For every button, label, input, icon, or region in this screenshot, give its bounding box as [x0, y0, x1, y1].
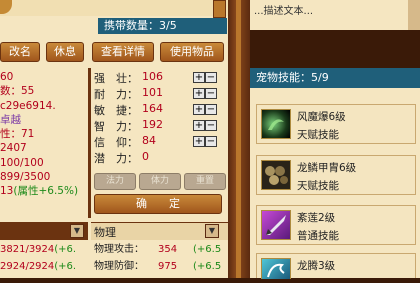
- physical-row-attack: 物理攻击： 354 (+6.5: [91, 241, 228, 258]
- faith-minus-button[interactable]: −: [205, 136, 217, 147]
- physical-defense-bonus: (+6.5: [193, 261, 222, 272]
- stats-column: 强 壮： 106 + − 耐 力： 101 + − 敏 捷： 164 + − 智…: [92, 70, 228, 170]
- pet-skills-header: 宠物技能：5/9: [250, 68, 420, 88]
- left-value-2: 数：55: [0, 85, 35, 98]
- disabled-button-1[interactable]: 法力: [94, 173, 136, 190]
- left-value-5: 性：71: [0, 128, 35, 141]
- stat-label-strength: 强 壮：: [94, 72, 138, 85]
- bottom-left-row-2-bonus: (+6.: [54, 261, 77, 272]
- dragon-rise-icon: [261, 258, 291, 279]
- left-value-4: 卓越: [0, 113, 21, 126]
- stat-row-intelligence: 智 力： 192 + −: [94, 118, 228, 133]
- right-top-scroll[interactable]: [408, 0, 420, 30]
- skill-1-type: 天赋技能: [297, 129, 339, 141]
- skill-3-type: 普通技能: [297, 230, 339, 242]
- agility-plus-button[interactable]: +: [193, 104, 205, 115]
- physical-header: 物理 ▼: [91, 222, 228, 240]
- rename-button[interactable]: 改名: [0, 42, 40, 62]
- physical-header-label: 物理: [94, 226, 116, 239]
- left-value-3: c29e6914.: [0, 99, 56, 112]
- left-values-column: 60 数：55 c29e6914. 卓越 性：71 2407 100/100 8…: [0, 70, 88, 220]
- skill-item-4[interactable]: 龙腾3级: [256, 253, 416, 279]
- stat-value-stamina: 101: [142, 86, 163, 99]
- pet-description-text: ...描述文本...: [254, 6, 314, 17]
- skill-item-3[interactable]: 紊莲2级 普通技能: [256, 205, 416, 245]
- left-value-8: 899/3500: [0, 171, 51, 184]
- stat-value-agility: 164: [142, 102, 163, 115]
- physical-dropdown[interactable]: ▼: [205, 224, 219, 238]
- stat-value-faith: 84: [142, 134, 156, 147]
- skill-item-2[interactable]: 龙鳞甲胄6级 天赋技能: [256, 155, 416, 195]
- carry-count-label: 携带数量：3/5: [104, 19, 177, 32]
- use-item-button[interactable]: 使用物品: [160, 42, 224, 62]
- pet-skills-count: 宠物技能：5/9: [256, 71, 329, 84]
- physical-defense-value: 975: [158, 261, 178, 272]
- physical-attack-value: 354: [158, 244, 178, 255]
- physical-defense-label: 物理防御：: [94, 261, 144, 272]
- whirlwind-icon: [261, 109, 291, 139]
- skill-2-type: 天赋技能: [297, 180, 339, 192]
- left-value-9: 13(属性+6.5%): [0, 184, 88, 198]
- right-gap: [250, 30, 420, 68]
- bottom-left-rows: 3821/3924(+6. 2924/2924(+6.: [0, 241, 88, 278]
- intelligence-plus-button[interactable]: +: [193, 120, 205, 131]
- stat-value-intelligence: 192: [142, 118, 163, 131]
- bottom-left-row-2-value: 2924/2924: [0, 261, 55, 272]
- stat-label-stamina: 耐 力：: [94, 88, 138, 101]
- left-value-7: 100/100: [0, 156, 44, 169]
- stat-label-potential: 潜 力：: [94, 152, 138, 165]
- stat-row-potential: 潜 力： 0: [94, 150, 228, 165]
- bottom-left-dropdown[interactable]: ▼: [70, 224, 84, 238]
- confirm-button[interactable]: 确 定: [94, 194, 222, 214]
- skill-item-1[interactable]: 风魔爆6级 天赋技能: [256, 104, 416, 144]
- disabled-button-2[interactable]: 体力: [139, 173, 181, 190]
- stat-label-agility: 敏 捷：: [94, 104, 138, 117]
- bottom-left-row-1: 3821/3924(+6.: [0, 241, 88, 258]
- top-scrollbar[interactable]: [213, 0, 226, 18]
- intelligence-minus-button[interactable]: −: [205, 120, 217, 131]
- rest-button[interactable]: 休息: [46, 42, 84, 62]
- skill-1-name: 风魔爆6级: [297, 111, 346, 123]
- stat-row-strength: 强 壮： 106 + −: [94, 70, 228, 85]
- stat-value-potential: 0: [142, 150, 149, 163]
- disabled-button-3[interactable]: 重置: [184, 173, 226, 190]
- physical-attack-bonus: (+6.5: [193, 244, 222, 255]
- stat-label-intelligence: 智 力：: [94, 120, 138, 133]
- stat-row-stamina: 耐 力： 101 + −: [94, 86, 228, 101]
- left-value-6: 2407: [0, 142, 27, 155]
- growth-bonus: (属性+6.5%): [13, 185, 79, 198]
- stat-row-agility: 敏 捷： 164 + −: [94, 102, 228, 117]
- stat-row-faith: 信 仰： 84 + −: [94, 134, 228, 149]
- physical-row-defense: 物理防御： 975 (+6.5: [91, 258, 228, 275]
- faith-plus-button[interactable]: +: [193, 136, 205, 147]
- stat-value-strength: 106: [142, 70, 163, 83]
- dragon-scale-icon: [261, 160, 291, 190]
- stamina-minus-button[interactable]: −: [205, 88, 217, 99]
- pet-description-panel: ...描述文本...: [250, 0, 420, 30]
- skill-2-name: 龙鳞甲胄6级: [297, 162, 357, 174]
- stat-label-faith: 信 仰：: [94, 136, 138, 149]
- center-divider-rail: [236, 0, 241, 278]
- column-divider: [88, 68, 91, 218]
- physical-rows: 物理攻击： 354 (+6.5 物理防御： 975 (+6.5: [91, 241, 228, 278]
- view-details-button[interactable]: 查看详情: [92, 42, 154, 62]
- bottom-left-row-2: 2924/2924(+6.: [0, 258, 88, 275]
- left-value-1: 60: [0, 71, 14, 83]
- lotus-blade-icon: [261, 210, 291, 240]
- skill-4-name: 龙腾3级: [297, 260, 336, 272]
- bottom-left-row-1-bonus: (+6.: [54, 244, 77, 255]
- carry-count-bar: 携带数量：3/5: [98, 18, 227, 34]
- strength-plus-button[interactable]: +: [193, 72, 205, 83]
- bottom-left-row-1-value: 3821/3924: [0, 244, 55, 255]
- physical-attack-label: 物理攻击：: [94, 244, 144, 255]
- skill-3-name: 紊莲2级: [297, 212, 336, 224]
- agility-minus-button[interactable]: −: [205, 104, 217, 115]
- stamina-plus-button[interactable]: +: [193, 88, 205, 99]
- top-strip: [0, 0, 228, 16]
- strength-minus-button[interactable]: −: [205, 72, 217, 83]
- growth-value: 13: [0, 185, 14, 198]
